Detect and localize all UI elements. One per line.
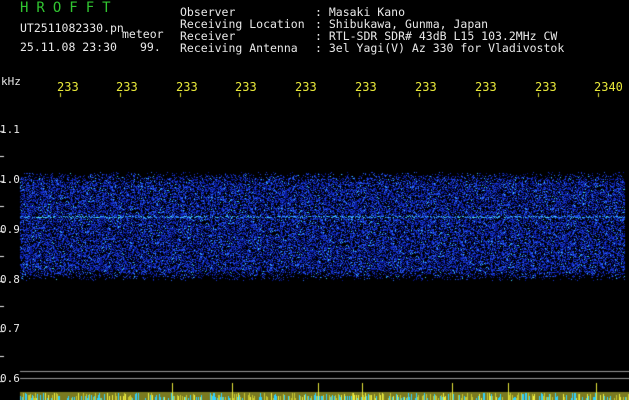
x-tick: 233 [475, 81, 497, 93]
x-tick: 233 [116, 81, 138, 93]
x-tick: 233 [295, 81, 317, 93]
x-tick: 233 [535, 81, 557, 93]
meteor-label: meteor [122, 27, 164, 41]
antenna-value: : 3el Yagi(V) Az 330 for Vladivostok [315, 41, 565, 55]
y-tick: 0.8 [0, 273, 20, 286]
meteor-count: 99. [140, 40, 161, 54]
x-tick: 233 [415, 81, 437, 93]
y-axis-label: kHz [1, 75, 21, 88]
x-tick: 233 [57, 81, 79, 93]
y-tick: 0.9 [0, 223, 20, 236]
y-tick: 0.7 [0, 322, 20, 335]
app-title: HROFFT [20, 0, 119, 16]
y-tick: 1.1 [0, 123, 20, 136]
y-tick: 0.6 [0, 372, 20, 385]
datetime: 25.11.08 23:30 [20, 40, 117, 54]
x-tick: 233 [235, 81, 257, 93]
x-tick: 233 [176, 81, 198, 93]
x-tick: 2340 [594, 81, 623, 93]
spectrogram-canvas [0, 0, 629, 400]
y-tick: 1.0 [0, 173, 20, 186]
filename: UT2511082330.pn [20, 21, 124, 35]
antenna-label: Receiving Antenna [180, 41, 298, 55]
x-tick: 233 [355, 81, 377, 93]
